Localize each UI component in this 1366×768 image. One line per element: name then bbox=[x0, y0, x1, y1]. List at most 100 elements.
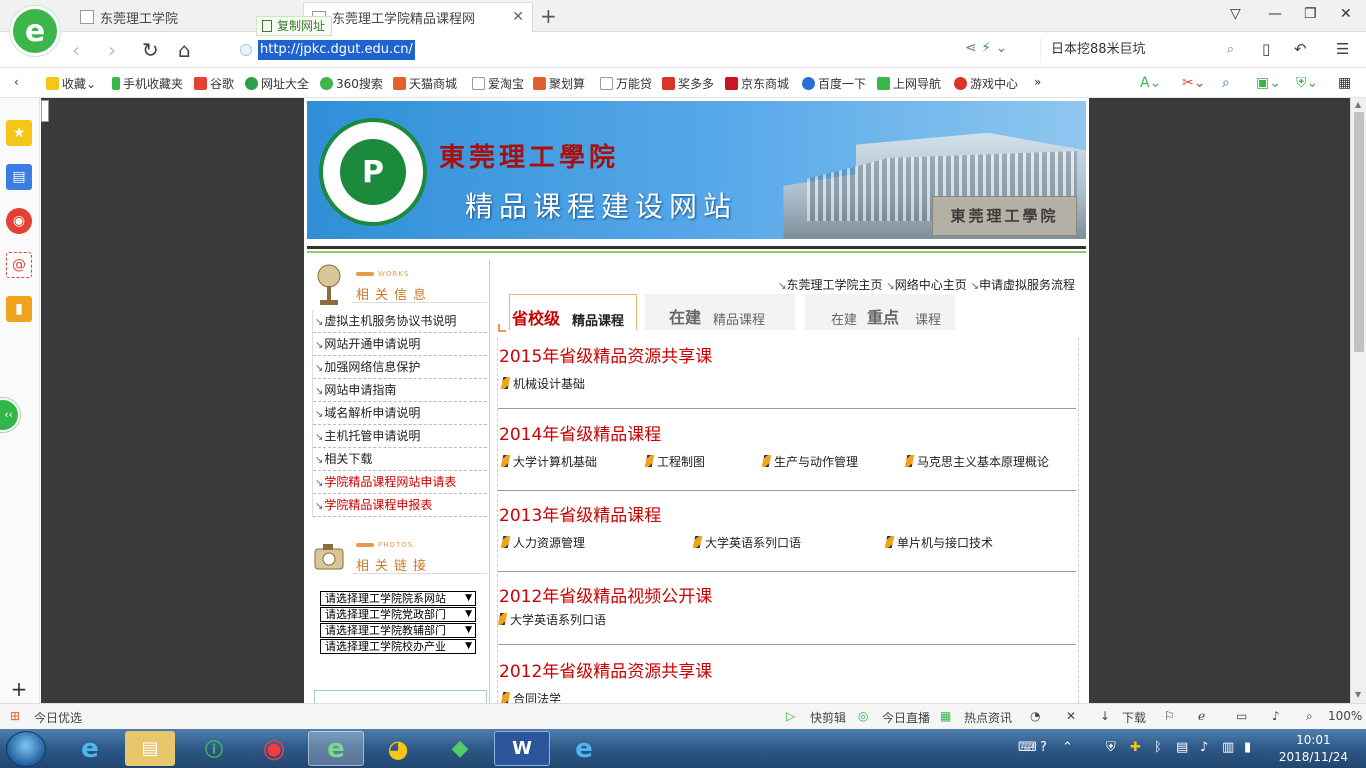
copy-url-button[interactable]: 复制网址 bbox=[256, 16, 333, 36]
info-link[interactable]: ↘虚拟主机服务协议书说明 bbox=[313, 310, 487, 333]
word-taskbar-icon[interactable]: W bbox=[494, 731, 550, 766]
info-link[interactable]: ↘主机托管申请说明 bbox=[313, 425, 487, 448]
translate-icon[interactable]: A⌄ bbox=[1140, 75, 1161, 91]
live-link[interactable]: 今日直播 bbox=[882, 709, 930, 726]
ie-taskbar-icon[interactable]: e bbox=[62, 731, 118, 766]
bookmark-item[interactable]: 收藏 ⌄ bbox=[46, 75, 96, 92]
expand-sidebar-icon[interactable]: ‹‹ bbox=[0, 398, 20, 432]
bookmark-item[interactable]: 天猫商城 bbox=[393, 75, 457, 92]
bookmark-item[interactable]: 京东商城 bbox=[725, 75, 789, 92]
bookmarks-collapse-icon[interactable]: ‹ bbox=[14, 75, 19, 89]
course-link[interactable]: 大学英语系列口语 bbox=[692, 534, 801, 551]
category-title[interactable]: 2012年省级精品资源共享课 bbox=[498, 657, 1078, 682]
menu-icon[interactable]: ☰ bbox=[1336, 40, 1349, 58]
pin-icon[interactable]: ✕ bbox=[1066, 709, 1076, 723]
volume-icon[interactable]: ♪ bbox=[1272, 709, 1280, 723]
phone-icon[interactable]: ▯ bbox=[1262, 40, 1270, 58]
info-link[interactable]: ↘学院精品课程申报表 bbox=[313, 494, 487, 517]
forward-icon[interactable]: › bbox=[108, 38, 116, 62]
link-apply-flow[interactable]: 申请虚拟服务流程 bbox=[979, 278, 1075, 292]
share-icon[interactable]: ⋖ ⚡ ⌄ bbox=[965, 40, 1007, 56]
new-tab-button[interactable]: + bbox=[540, 4, 557, 28]
chrome-taskbar-icon[interactable]: ◉ bbox=[246, 731, 302, 766]
bookmark-item[interactable]: 万能贷 bbox=[600, 75, 652, 92]
colorful-app-taskbar-icon[interactable]: ◕ bbox=[370, 731, 426, 766]
keyboard-icon[interactable]: ⌨ bbox=[1018, 740, 1037, 755]
bookmark-item[interactable]: 谷歌 bbox=[194, 75, 234, 92]
flag-icon[interactable]: ⚐ bbox=[1164, 709, 1175, 723]
zoom-icon[interactable]: ⌕ bbox=[1306, 709, 1313, 724]
dept-select[interactable]: 请选择理工学院院系网站 ▼ bbox=[320, 591, 476, 606]
restore-button[interactable]: ❐ bbox=[1304, 6, 1317, 22]
ie-mode-icon[interactable]: ℯ bbox=[1198, 709, 1205, 723]
network-icon[interactable]: ▥ bbox=[1222, 740, 1234, 755]
info-link[interactable]: ↘域名解析申请说明 bbox=[313, 402, 487, 425]
bookmark-item[interactable]: 360搜索 bbox=[320, 75, 383, 92]
game-tool-icon[interactable]: ▣⌄ bbox=[1256, 75, 1281, 91]
category-title[interactable]: 2012年省级精品视频公开课 bbox=[498, 582, 1078, 607]
office-select[interactable]: 请选择理工学院党政部门 ▼ bbox=[320, 607, 476, 622]
search-input[interactable]: 日本挖88米巨坑 ⌕ bbox=[1040, 38, 1240, 62]
tray-expand-icon[interactable]: ⌃ bbox=[1062, 740, 1073, 755]
quick-edit-link[interactable]: 快剪辑 bbox=[810, 709, 846, 726]
page-scroll-marker[interactable] bbox=[41, 100, 49, 122]
favorites-star-icon[interactable]: ★ bbox=[6, 120, 32, 146]
close-tab-icon[interactable]: ✕ bbox=[512, 9, 524, 25]
signal-icon[interactable]: ▮ bbox=[1244, 740, 1251, 755]
download-link[interactable]: 下载 bbox=[1122, 709, 1146, 726]
360-browser-taskbar-icon[interactable]: e bbox=[308, 731, 364, 766]
course-link[interactable]: 人力资源管理 bbox=[500, 534, 585, 551]
weibo-icon[interactable]: ◉ bbox=[6, 208, 32, 234]
zoom-level[interactable]: 100% bbox=[1328, 709, 1362, 723]
vertical-scrollbar[interactable]: ▲ ▼ bbox=[1350, 98, 1366, 703]
scroll-up-icon[interactable]: ▲ bbox=[1355, 100, 1361, 109]
course-link[interactable]: 合同法学 bbox=[500, 690, 561, 703]
hot-news-link[interactable]: 热点资讯 bbox=[964, 709, 1012, 726]
news-icon[interactable]: ▤ bbox=[6, 164, 32, 190]
grid-icon[interactable]: ▦ bbox=[1338, 75, 1351, 91]
help-icon[interactable]: ? bbox=[1040, 740, 1047, 755]
course-link[interactable]: 工程制图 bbox=[644, 453, 705, 470]
url-text[interactable]: http://jpkc.dgut.edu.cn/ bbox=[258, 40, 415, 60]
search-tool-icon[interactable]: ⌕ bbox=[1222, 75, 1230, 91]
bookmark-item[interactable]: 手机收藏夹 bbox=[112, 75, 183, 92]
mail-icon[interactable]: @ bbox=[6, 252, 32, 278]
info-link[interactable]: ↘加强网络信息保护 bbox=[313, 356, 487, 379]
notes-icon[interactable]: ▮ bbox=[6, 296, 32, 322]
ie2-taskbar-icon[interactable]: e bbox=[556, 731, 612, 766]
course-link[interactable]: 机械设计基础 bbox=[500, 375, 585, 392]
course-link[interactable]: 单片机与接口技术 bbox=[884, 534, 993, 551]
bookmark-item[interactable]: 聚划算 bbox=[533, 75, 585, 92]
bookmark-item[interactable]: 百度一下 bbox=[802, 75, 866, 92]
tab-jpkc-active[interactable]: 东莞理工学院精品课程网 ✕ bbox=[303, 2, 533, 32]
iqiyi-taskbar-icon[interactable]: ⓘ bbox=[186, 731, 242, 766]
start-button[interactable] bbox=[6, 731, 46, 767]
info-link[interactable]: ↘相关下载 bbox=[313, 448, 487, 471]
link-network-center[interactable]: 网络中心主页 bbox=[895, 278, 967, 292]
plus-icon[interactable]: ✚ bbox=[1130, 740, 1141, 755]
scroll-down-icon[interactable]: ▼ bbox=[1355, 690, 1361, 699]
bookmark-item[interactable]: 上网导航 bbox=[877, 75, 941, 92]
bookmark-item[interactable]: 游戏中心 bbox=[954, 75, 1018, 92]
refresh-icon[interactable]: ↻ bbox=[142, 38, 159, 62]
daily-picks-link[interactable]: 今日优选 bbox=[34, 709, 82, 726]
explorer-taskbar-icon[interactable]: ▤ bbox=[125, 731, 175, 766]
industry-select[interactable]: 请选择理工学院校办产业 ▼ bbox=[320, 639, 476, 654]
green-app-taskbar-icon[interactable]: ◆ bbox=[432, 731, 488, 766]
scrollbar-thumb[interactable] bbox=[1354, 112, 1364, 352]
tab-key-courses[interactable]: 在建 重点 课程 bbox=[805, 294, 955, 330]
lightning-icon[interactable]: ⚡ bbox=[981, 40, 991, 56]
info-link[interactable]: ↘学院精品课程网站申请表 bbox=[313, 471, 487, 494]
category-title[interactable]: 2014年省级精品课程 bbox=[498, 420, 1078, 445]
course-link[interactable]: 马克思主义基本原理概论 bbox=[904, 453, 1049, 470]
back-icon[interactable]: ‹ bbox=[72, 38, 80, 62]
shield-icon[interactable]: ⛨⌄ bbox=[1296, 75, 1318, 91]
bookmark-item[interactable]: 爱淘宝 bbox=[472, 75, 524, 92]
link-dgut-home[interactable]: 东莞理工学院主页 bbox=[787, 278, 883, 292]
tab-provincial-courses[interactable]: 省校级 精品课程 bbox=[509, 294, 637, 330]
info-link[interactable]: ↘网站开通申请说明 bbox=[313, 333, 487, 356]
window-icon[interactable]: ▭ bbox=[1236, 709, 1247, 723]
minimize-button[interactable]: — bbox=[1268, 6, 1282, 22]
info-link[interactable]: ↘网站申请指南 bbox=[313, 379, 487, 402]
support-select[interactable]: 请选择理工学院教辅部门 ▼ bbox=[320, 623, 476, 638]
